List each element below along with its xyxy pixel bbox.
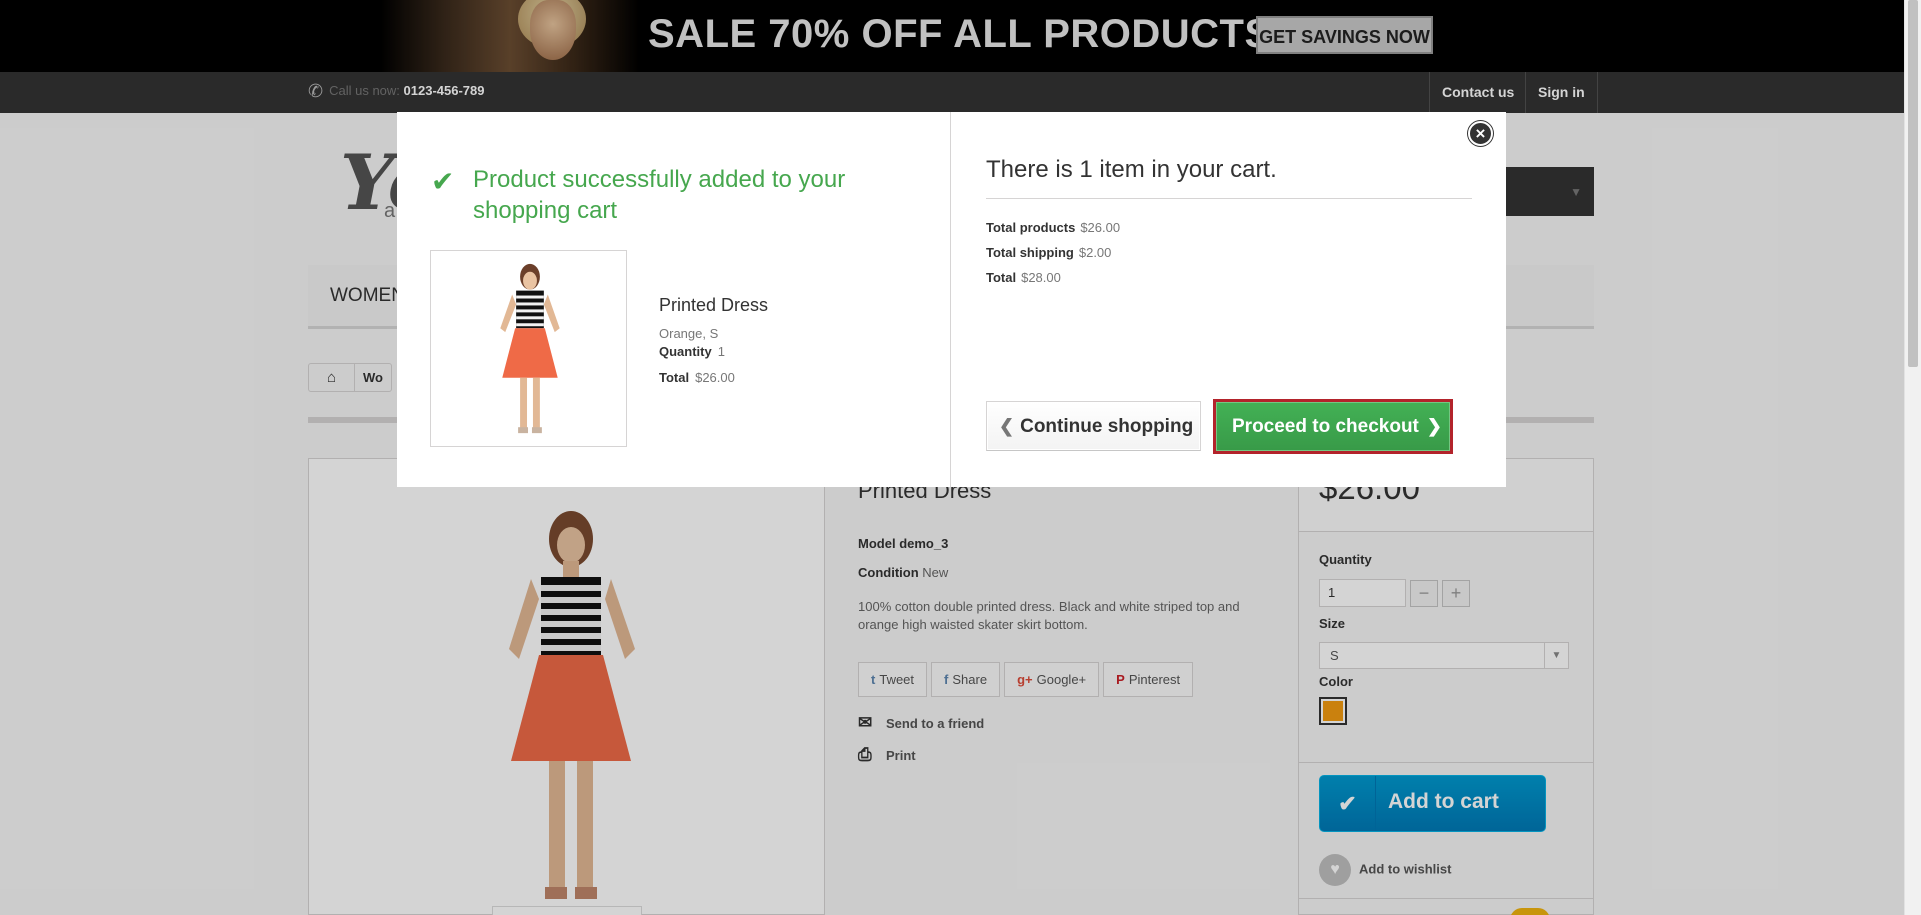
success-text: Product successfully added to your shopp… [473,166,846,224]
total-shipping-value: $2.00 [1078,245,1112,260]
quantity-value: 1 [717,344,725,359]
checkout-label: Proceed to checkout [1232,416,1419,437]
chevron-right-icon: ❯ [1426,416,1442,436]
continue-shopping-button[interactable]: ❮ Continue shopping [986,401,1201,451]
add-to-cart-modal: ✔ Product successfully added to your sho… [397,112,1506,487]
modal-product-panel: ✔ Product successfully added to your sho… [397,112,951,487]
total-shipping-row: Total shipping $2.00 [986,245,1120,260]
grand-total-label: Total [986,270,1017,285]
grand-total-value: $28.00 [1021,270,1061,285]
page: SALE 70% OFF ALL PRODUCTS GET SAVINGS NO… [0,0,1904,915]
chevron-left-icon: ❮ [999,416,1015,436]
cart-product-total: Total $26.00 [659,370,768,385]
total-products-label: Total products [986,220,1076,235]
cart-product-info: Printed Dress Orange, S Quantity 1 Total $… [659,295,768,396]
grand-total-row: Total $28.00 [986,270,1120,285]
cart-product-quantity: Quantity 1 [659,344,768,359]
total-label: Total [659,370,690,385]
total-value: $26.00 [695,370,735,385]
cart-totals: Total products $26.00 Total shipping $2.00… [986,220,1120,295]
vertical-scrollbar[interactable] [1904,0,1921,915]
continue-shopping-label: Continue shopping [1020,416,1194,437]
total-products-row: Total products $26.00 [986,220,1120,235]
cart-product-name: Printed Dress [659,295,769,315]
close-icon[interactable]: × [1468,121,1493,146]
success-message: ✔ Product successfully added to your sho… [431,164,851,226]
cart-product-image [430,250,627,447]
total-products-value: $26.00 [1080,220,1121,235]
total-shipping-label: Total shipping [986,245,1074,260]
quantity-label: Quantity [659,344,712,359]
cart-count-heading: There is 1 item in your cart. [986,156,1472,199]
modal-cart-panel: × There is 1 item in your cart. Total pr… [951,112,1506,487]
cart-product-attributes: Orange, S [659,326,719,341]
check-icon: ✔ [431,166,455,197]
scrollbar-thumb[interactable] [1908,0,1918,367]
proceed-to-checkout-button[interactable]: Proceed to checkout ❯ [1213,399,1453,454]
